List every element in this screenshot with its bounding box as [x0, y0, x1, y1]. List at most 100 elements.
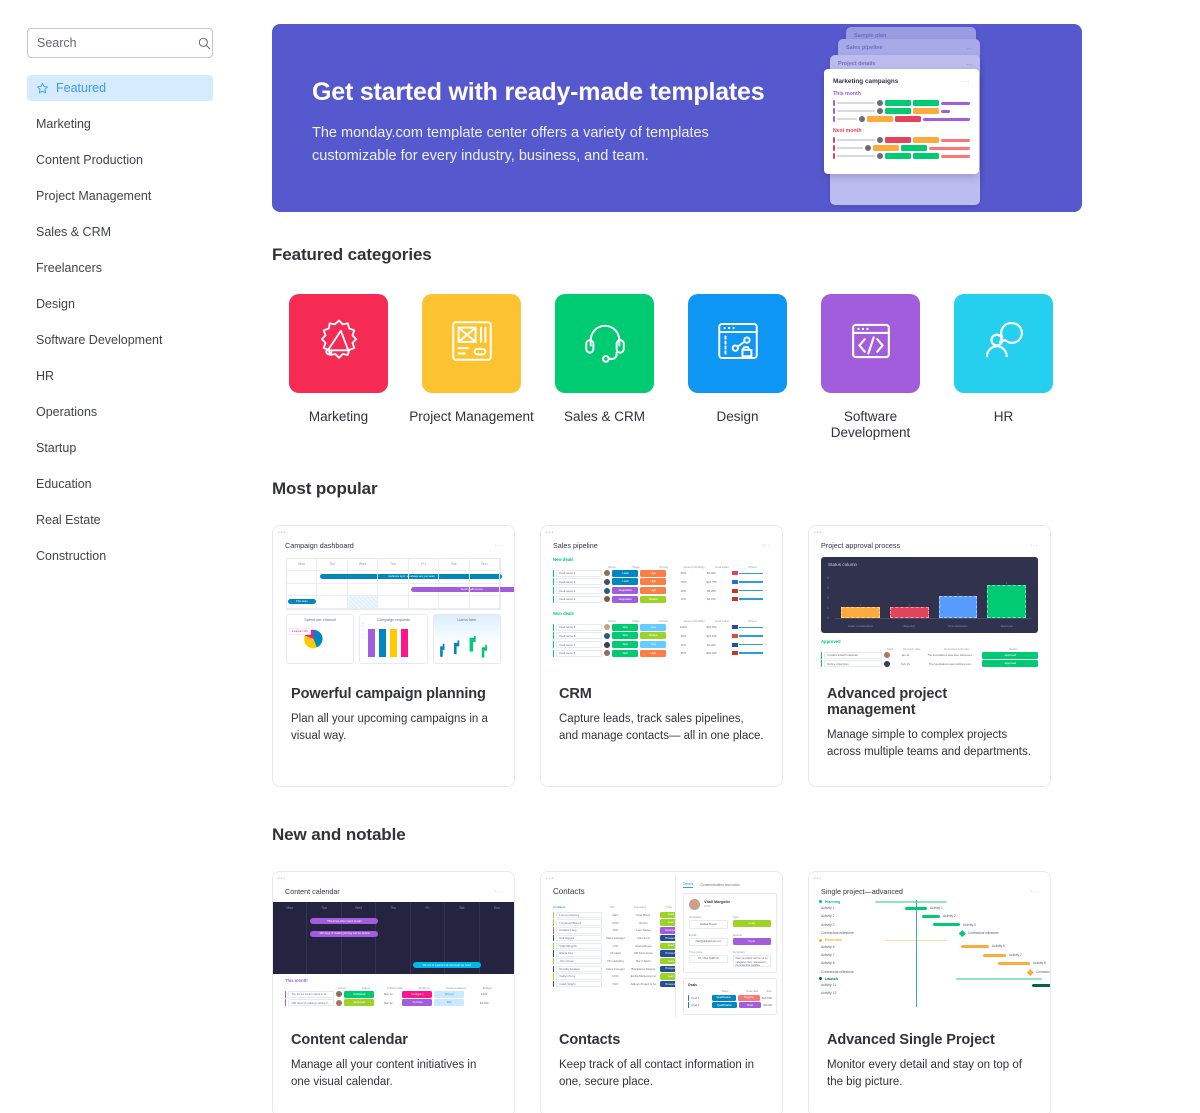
deal-close: Ongoing	[737, 994, 760, 1001]
audience-cell: Women	[434, 990, 465, 998]
category-design[interactable]: Design	[671, 294, 804, 441]
priority-cell: Medium	[640, 632, 667, 640]
avatar	[689, 898, 700, 910]
card-title: Content calendar	[291, 1031, 408, 1048]
sidebar-item-featured[interactable]: Featured	[27, 75, 213, 101]
group-title: Contacts	[553, 904, 566, 909]
column-header: Status	[1009, 646, 1018, 651]
sidebar-item-project-management[interactable]: Project Management	[27, 183, 213, 209]
stage-cell: Won	[612, 623, 639, 631]
category-tile[interactable]	[954, 294, 1053, 393]
deal-size: $15,000	[761, 995, 772, 1000]
contact-name: Kaitlyn Perry	[556, 973, 603, 980]
column-header: Priority	[659, 618, 669, 623]
tab-communication-notes[interactable]: Communication and notes	[700, 883, 739, 887]
prob-cell: 100%	[679, 625, 687, 630]
category-project-management[interactable]: Project Management	[405, 294, 538, 441]
table-row: Eliana Atta VP sales GB Adventures Prospect	[553, 950, 681, 957]
deal-name: Deal name 2	[556, 578, 603, 586]
sidebar-item-real-estate[interactable]: Real Estate	[27, 507, 213, 533]
category-tile[interactable]	[289, 294, 388, 393]
card-thumbnail: ••• Contacts Contacts Title Company Type	[541, 871, 782, 1017]
column-header: Target audience	[445, 985, 467, 990]
card-body: Advanced project management Manage simpl…	[809, 671, 1050, 786]
date-cell: Jan 21	[901, 653, 910, 658]
stage-cell: Won	[612, 641, 639, 649]
sidebar-item-label: Content Production	[36, 153, 144, 167]
template-card-content-calendar[interactable]: ••• Content calendar ··· Mon Tue Wed Thu	[272, 870, 515, 1113]
template-card-crm[interactable]: ••• Sales pipeline ··· New deals Owner S…	[540, 524, 783, 787]
summary-cell: The foundations was outlines less..	[928, 661, 973, 666]
category-tile[interactable]	[422, 294, 521, 393]
sidebar-item-construction[interactable]: Construction	[27, 543, 213, 569]
search-icon[interactable]	[198, 37, 211, 50]
status-cell: Published	[344, 990, 375, 998]
template-center-page: Featured Marketing Content Production Pr…	[0, 0, 1200, 1113]
value-cell: $5,250	[707, 588, 716, 593]
thumb-board-title: Content calendar	[285, 887, 340, 897]
deal-name: Deal 1	[691, 995, 700, 1000]
person-chat-icon	[979, 316, 1029, 371]
prob-cell: 85%	[680, 651, 687, 656]
deal-stage: Qualification	[712, 1002, 737, 1009]
contact-name: Immanuel Branch	[556, 919, 603, 926]
contact-name: Erik Higgins	[556, 934, 603, 942]
category-sales-crm[interactable]: Sales & CRM	[538, 294, 671, 441]
category-tile[interactable]	[821, 294, 920, 393]
template-card-advanced-single-project[interactable]: ••• Single project—advanced ··· Planning…	[808, 870, 1051, 1113]
template-card-advanced-project-management[interactable]: ••• Project approval process ··· Status …	[808, 524, 1051, 787]
search-input[interactable]	[37, 36, 198, 50]
gantt-row: Activity 12Activity 12	[819, 989, 1042, 997]
sidebar-item-software-development[interactable]: Software Development	[27, 327, 213, 353]
day-label: Sun	[469, 558, 500, 572]
title-cell: CTO	[612, 943, 619, 948]
column-header: Platform	[418, 985, 430, 990]
day-label: Sun	[493, 905, 500, 910]
column-header: Stage	[721, 989, 729, 993]
template-card-contacts[interactable]: ••• Contacts Contacts Title Company Type	[540, 870, 783, 1113]
sidebar-item-design[interactable]: Design	[27, 291, 213, 317]
thumb-table-approved: Approved Artist Request date Executive s…	[821, 639, 1038, 669]
bar-category: Approved	[1000, 623, 1013, 628]
thumb-board-title: Campaign dashboard	[285, 541, 354, 551]
template-card-campaign-planning[interactable]: ••• Campaign dashboard ··· Mon Tue Wed T…	[272, 524, 515, 787]
gantt-row: Activity 1 Activity 1	[821, 905, 943, 910]
column-header: Company	[633, 904, 647, 909]
category-tile[interactable]	[555, 294, 654, 393]
search-box[interactable]	[27, 28, 213, 58]
sidebar-item-education[interactable]: Education	[27, 471, 213, 497]
company-cell: Pear Boost	[636, 912, 651, 917]
group-title: New deals	[553, 556, 574, 562]
status-cell: Approved	[344, 999, 375, 1007]
column-header: Budget	[482, 985, 493, 990]
card-title: Advanced Single Project	[827, 1031, 995, 1048]
code-window-icon	[846, 316, 896, 371]
sidebar-item-marketing[interactable]: Marketing	[27, 111, 213, 137]
sidebar-item-freelancers[interactable]: Freelancers	[27, 255, 213, 281]
stage-cell: Won	[612, 649, 639, 657]
tab-details[interactable]: Details	[683, 882, 694, 888]
thumb-widget-row: Spend per channel Instagram 30% Campaign…	[286, 613, 501, 664]
sidebar-item-content-production[interactable]: Content Production	[27, 147, 213, 173]
category-hr[interactable]: HR	[937, 294, 1070, 441]
sidebar-item-hr[interactable]: HR	[27, 363, 213, 389]
stage-cell: Negotiation	[612, 595, 639, 603]
category-tile[interactable]	[688, 294, 787, 393]
contact-name: Caleb Wright	[556, 980, 603, 988]
content-name: Top 10 ice cream spots in to...	[288, 990, 335, 998]
widget-spend-per-channel: Spend per channel Instagram 30%	[286, 613, 355, 664]
thumb-menu-icon: ···	[494, 542, 502, 549]
sidebar-item-operations[interactable]: Operations	[27, 399, 213, 425]
card-description: Capture leads, track sales pipelines, an…	[559, 712, 764, 743]
thumb-menu-icon: ···	[762, 542, 770, 549]
company-cell: Cars R Us	[636, 936, 650, 941]
column-header: Owner	[337, 985, 347, 990]
category-software-development[interactable]: Software Development	[804, 294, 937, 441]
sidebar-item-sales-crm[interactable]: Sales & CRM	[27, 219, 213, 245]
value-cell: $18,750	[706, 579, 717, 584]
date-cell: Feb 19	[901, 661, 910, 666]
category-marketing[interactable]: Marketing	[272, 294, 405, 441]
priority-cell: High	[640, 578, 667, 586]
column-header: Close date	[745, 989, 759, 993]
sidebar-item-startup[interactable]: Startup	[27, 435, 213, 461]
